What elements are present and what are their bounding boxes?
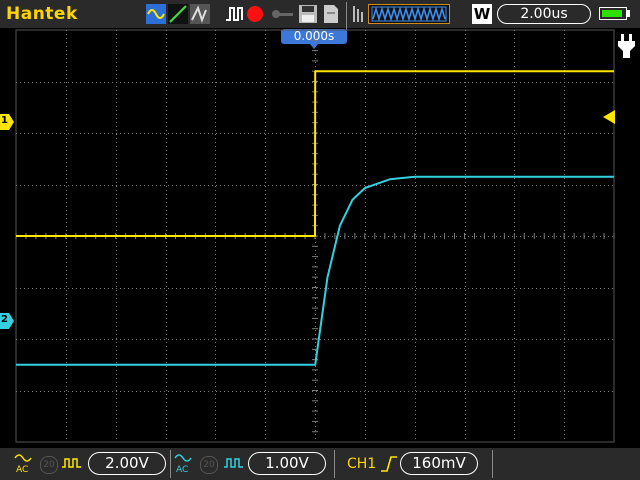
waveform-display: 1 2 [0, 28, 640, 448]
trigger-source-label: CH1 [347, 456, 377, 472]
trigger-level-readout[interactable]: 160mV [400, 452, 478, 475]
bottom-separator-1 [170, 450, 171, 478]
waveform-plot [0, 29, 635, 443]
ch2-marker-label: 2 [1, 314, 8, 325]
timebase-readout[interactable]: 2.00us [497, 4, 591, 24]
record-icon[interactable] [246, 4, 264, 24]
ch1-bandwidth-limit-icon: 20 [40, 456, 58, 474]
bottom-separator-2 [334, 450, 335, 478]
document-icon[interactable] [322, 4, 340, 24]
ch1-square-icon [62, 458, 81, 468]
floppy-disk-icon[interactable] [298, 4, 318, 24]
key-icon [272, 10, 293, 18]
toolbar-separator [346, 2, 347, 30]
top-status-bar: Hantek W 2.00us [0, 0, 640, 30]
ch1-scale-readout[interactable]: 2.00V [88, 452, 166, 475]
brand-logo: Hantek [6, 4, 78, 24]
ch1-trace [16, 70, 614, 237]
battery-tip [627, 10, 630, 17]
probe-plug-icon [618, 34, 635, 58]
memory-depth-waveform[interactable] [368, 4, 450, 24]
battery-icon [599, 7, 627, 20]
ch2-bandwidth-limit-icon: 20 [200, 456, 218, 474]
ch1-ac-coupling-icon [14, 454, 32, 462]
trigger-level-marker [603, 110, 615, 124]
ch2-scale-readout[interactable]: 1.00V [248, 452, 326, 475]
ch2-coupling-label: AC [176, 465, 189, 475]
wave-type-icons[interactable] [146, 4, 212, 24]
memory-badge: W [472, 4, 492, 24]
ch2-ac-coupling-icon [174, 454, 192, 462]
bottom-separator-3 [492, 450, 493, 478]
ch1-coupling-label: AC [16, 465, 29, 475]
bottom-status-bar: AC 20 2.00V AC 20 1.00V CH1 160mV [0, 448, 640, 480]
ch2-square-icon [224, 458, 243, 468]
memory-bars-icon [353, 6, 363, 22]
traces [16, 70, 614, 366]
ch1-marker-label: 1 [1, 115, 8, 126]
rising-edge-icon [381, 456, 397, 472]
square-wave-icon[interactable] [224, 4, 244, 24]
